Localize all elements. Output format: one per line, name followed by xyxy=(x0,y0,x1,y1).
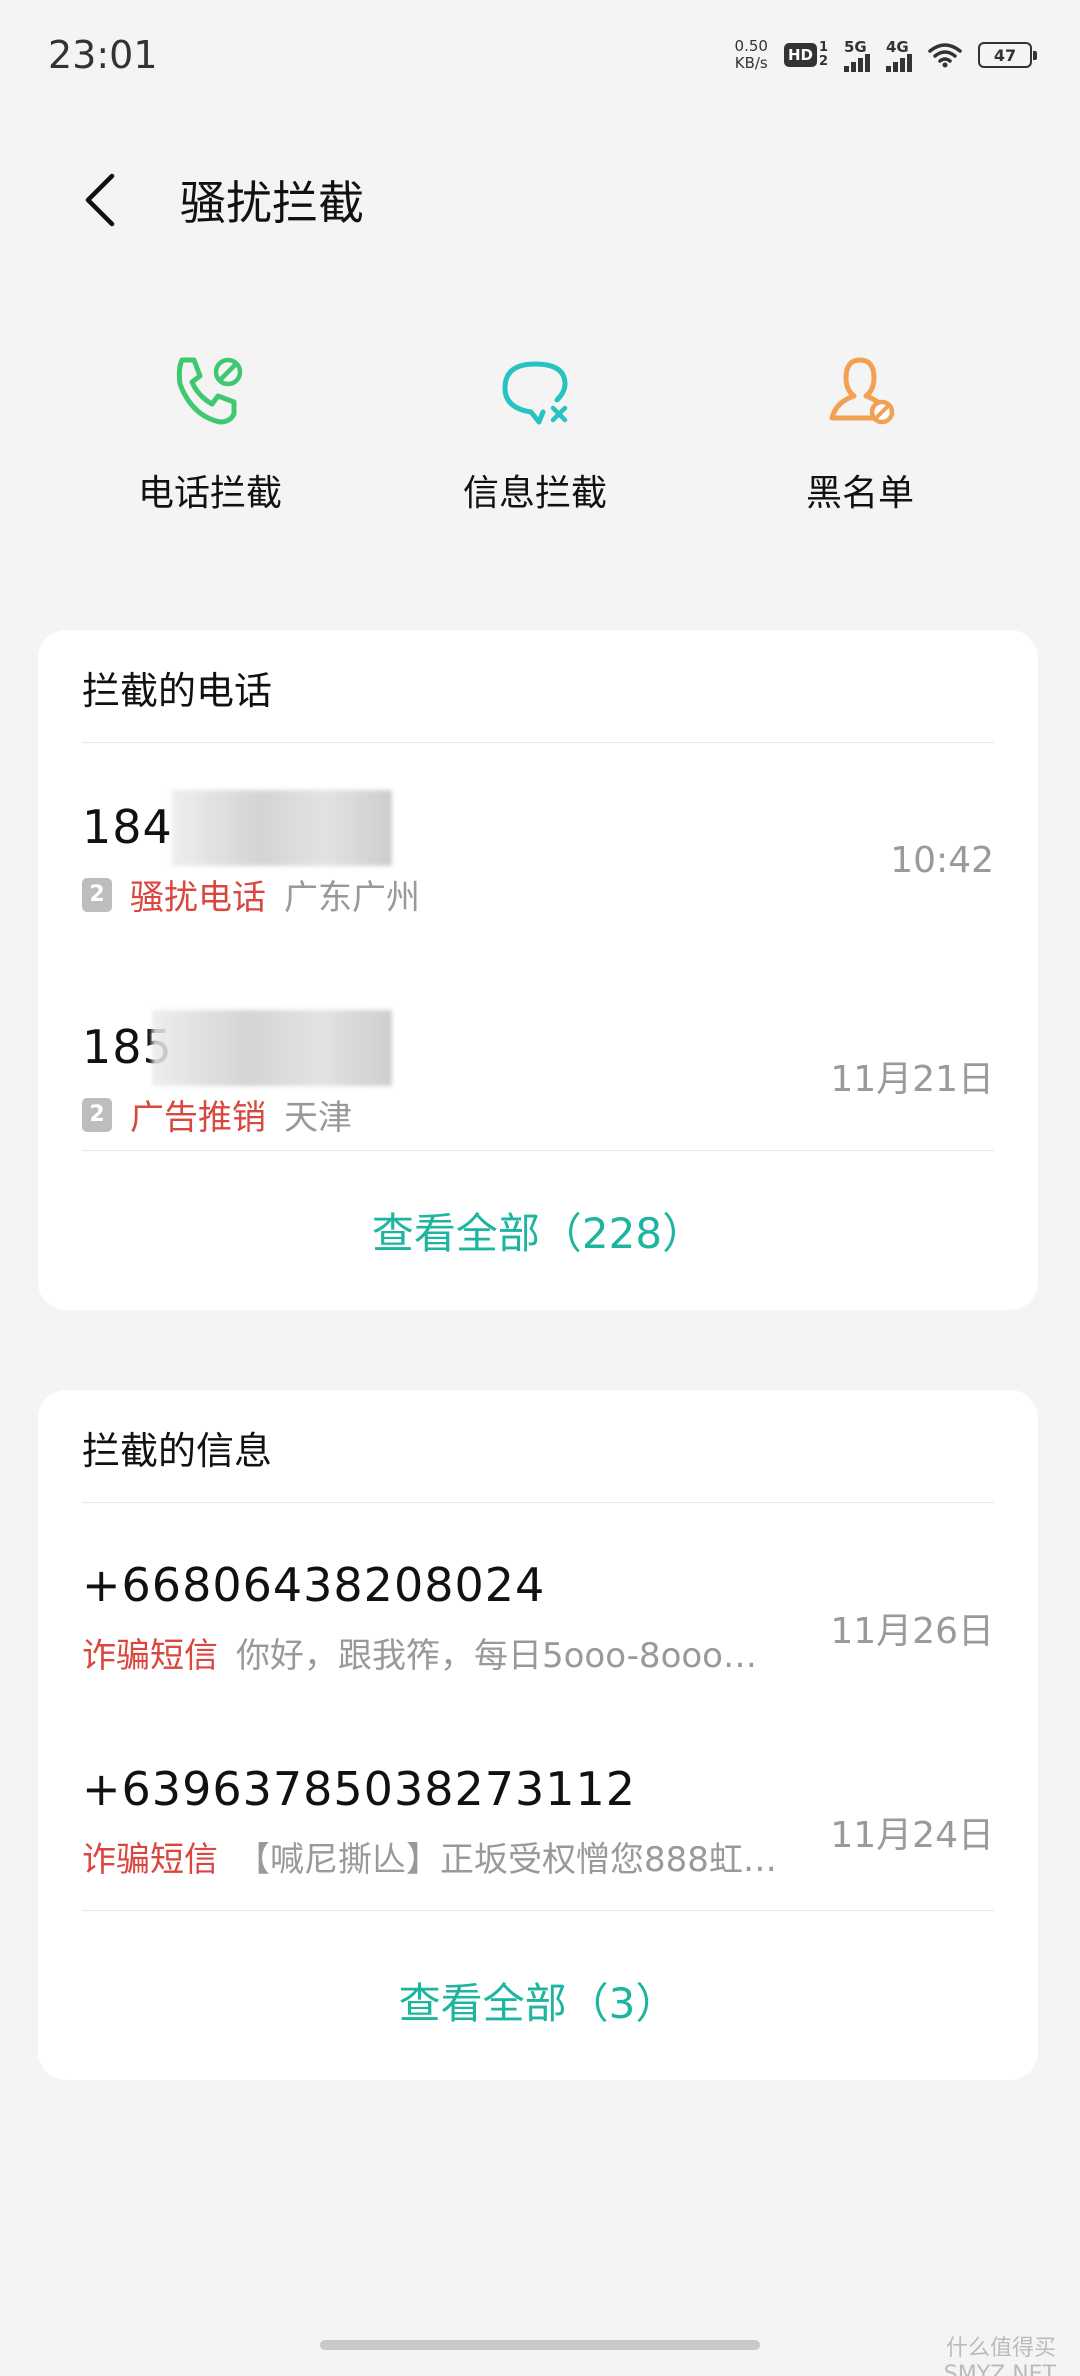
message-preview: 你好，跟我筰，每日5ooo-8ooo… xyxy=(236,1636,757,1676)
battery-level: 47 xyxy=(993,45,1017,65)
message-preview: 【喊尼撕亾】正坂受权憎您888虹… xyxy=(236,1840,777,1880)
message-time: 11月24日 xyxy=(830,1815,994,1856)
divider xyxy=(82,1910,994,1911)
status-bar: 23:01 0.50 KB/s HD 1 2 5G 4G 47 xyxy=(0,0,1080,110)
status-time: 23:01 xyxy=(48,33,158,77)
wifi-icon xyxy=(928,42,962,68)
back-button[interactable] xyxy=(70,170,130,230)
message-tag: 诈骗短信 xyxy=(82,1840,218,1880)
hd-voice-icon: HD 1 2 xyxy=(783,41,828,69)
call-row[interactable]: 185 2 广告推销 天津 11月21日 xyxy=(82,1010,994,1170)
sim-badge: 2 xyxy=(82,877,112,912)
blocked-messages-title: 拦截的信息 xyxy=(82,1429,273,1473)
network-speed-value: 0.50 xyxy=(734,37,768,55)
message-sender: +66806438208024 xyxy=(82,1558,546,1612)
divider xyxy=(82,742,994,743)
watermark-line2: SMYZ.NET xyxy=(943,2362,1056,2376)
blocked-messages-card: 拦截的信息 +66806438208024 诈骗短信 你好，跟我筰，每日5ooo… xyxy=(38,1390,1038,2080)
redacted-area xyxy=(152,1010,392,1086)
signal-4g-icon: 4G xyxy=(886,38,912,72)
message-sender: +63963785038273112 xyxy=(82,1762,637,1816)
message-block-icon xyxy=(493,350,577,434)
page-header: 骚扰拦截 xyxy=(0,150,1080,250)
sim-numbers: 1 2 xyxy=(819,41,828,69)
call-time: 10:42 xyxy=(890,840,994,881)
message-info: 诈骗短信 【喊尼撕亾】正坂受权憎您888虹… xyxy=(82,1832,777,1881)
call-location: 天津 xyxy=(284,1098,352,1138)
blocked-calls-title: 拦截的电话 xyxy=(82,669,273,713)
call-tag: 骚扰电话 xyxy=(130,878,266,918)
view-all-messages-button[interactable]: 查看全部（3） xyxy=(38,1970,1038,2031)
network-speed-unit: KB/s xyxy=(734,54,768,72)
signal-5g-icon: 5G xyxy=(844,38,870,72)
message-row[interactable]: +63963785038273112 诈骗短信 【喊尼撕亾】正坂受权憎您888虹… xyxy=(82,1762,994,1912)
sim-top: 1 xyxy=(818,40,828,55)
call-block-button[interactable]: 电话拦截 xyxy=(80,350,340,516)
network-speed: 0.50 KB/s xyxy=(735,38,768,72)
signal-5g-label: 5G xyxy=(844,38,867,56)
call-tag: 广告推销 xyxy=(130,1098,266,1138)
status-icons: 0.50 KB/s HD 1 2 5G 4G 47 xyxy=(735,38,1037,72)
home-indicator[interactable] xyxy=(320,2340,760,2350)
phone-block-icon xyxy=(168,350,252,434)
divider xyxy=(82,1502,994,1503)
watermark-line1: 什么值得买 xyxy=(945,2336,1056,2361)
chevron-left-icon xyxy=(85,173,115,227)
blacklist-person-icon xyxy=(818,350,902,434)
redacted-area xyxy=(172,790,392,866)
watermark: 什么值得买 SMYZ.NET xyxy=(944,2330,1056,2376)
blacklist-label: 黑名单 xyxy=(805,473,914,514)
call-info: 2 广告推销 天津 xyxy=(82,1090,352,1139)
message-row[interactable]: +66806438208024 诈骗短信 你好，跟我筰，每日5ooo-8ooo…… xyxy=(82,1558,994,1708)
view-all-calls-button[interactable]: 查看全部（228） xyxy=(38,1200,1038,1261)
message-tag: 诈骗短信 xyxy=(82,1636,218,1676)
message-block-label: 信息拦截 xyxy=(462,473,607,514)
message-time: 11月26日 xyxy=(830,1611,994,1652)
sim-bottom: 2 xyxy=(818,54,828,69)
message-block-button[interactable]: 信息拦截 xyxy=(405,350,665,516)
call-row[interactable]: 184 2 骚扰电话 广东广州 10:42 xyxy=(82,790,994,950)
quick-actions: 电话拦截 信息拦截 黑名单 xyxy=(0,350,1080,530)
hd-label: HD xyxy=(783,43,817,67)
sim-badge: 2 xyxy=(82,1097,112,1132)
call-time: 11月21日 xyxy=(830,1059,994,1100)
signal-4g-label: 4G xyxy=(886,38,909,56)
blacklist-button[interactable]: 黑名单 xyxy=(730,350,990,516)
divider xyxy=(82,1150,994,1151)
blocked-calls-card: 拦截的电话 184 2 骚扰电话 广东广州 10:42 185 2 广告推销 天… xyxy=(38,630,1038,1310)
call-number: 184 xyxy=(82,800,173,854)
message-info: 诈骗短信 你好，跟我筰，每日5ooo-8ooo… xyxy=(82,1628,757,1677)
page-title: 骚扰拦截 xyxy=(180,176,364,230)
call-location: 广东广州 xyxy=(284,878,420,918)
call-block-label: 电话拦截 xyxy=(137,473,282,514)
call-info: 2 骚扰电话 广东广州 xyxy=(82,870,420,919)
battery-icon: 47 xyxy=(978,42,1037,68)
